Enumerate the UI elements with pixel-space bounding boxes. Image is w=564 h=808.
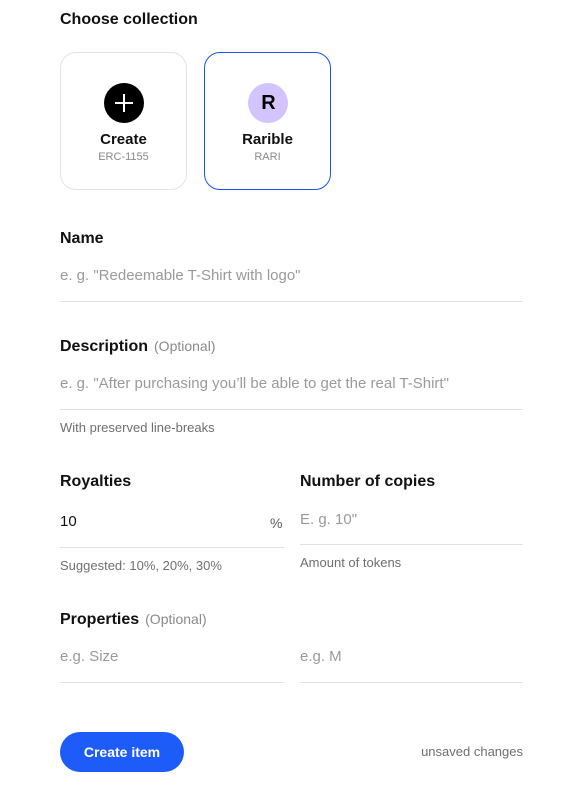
properties-label: Properties (Optional) xyxy=(60,611,207,628)
description-input[interactable] xyxy=(60,370,523,410)
plus-icon xyxy=(104,83,144,123)
optional-label: (Optional) xyxy=(145,611,207,627)
property-key-input[interactable] xyxy=(60,643,284,683)
copies-hint: Amount of tokens xyxy=(300,555,402,570)
collection-card-rarible[interactable]: R Rarible RARI xyxy=(204,52,331,190)
description-label: Description (Optional) xyxy=(60,338,216,355)
collection-card-create[interactable]: Create ERC-1155 xyxy=(60,52,187,190)
collection-card-title: Rarible xyxy=(242,131,293,148)
optional-label: (Optional) xyxy=(154,338,216,354)
royalties-label: Royalties xyxy=(60,473,132,490)
property-value-input[interactable] xyxy=(300,643,523,683)
copies-label: Number of copies xyxy=(300,473,436,490)
collection-card-subtitle: RARI xyxy=(254,151,281,163)
rarible-logo-icon: R xyxy=(248,83,288,123)
description-hint: With preserved line-breaks xyxy=(60,420,215,435)
percent-unit: % xyxy=(270,515,283,531)
name-label: Name xyxy=(60,230,104,247)
choose-collection-title: Choose collection xyxy=(60,11,198,28)
royalties-input[interactable] xyxy=(60,507,284,548)
name-input[interactable] xyxy=(60,262,523,302)
unsaved-changes-status: unsaved changes xyxy=(421,744,523,759)
collection-card-subtitle: ERC-1155 xyxy=(98,151,149,163)
collection-card-title: Create xyxy=(100,131,147,148)
create-item-button[interactable]: Create item xyxy=(60,732,184,772)
copies-input[interactable] xyxy=(300,506,523,545)
royalties-hint: Suggested: 10%, 20%, 30% xyxy=(60,558,222,573)
